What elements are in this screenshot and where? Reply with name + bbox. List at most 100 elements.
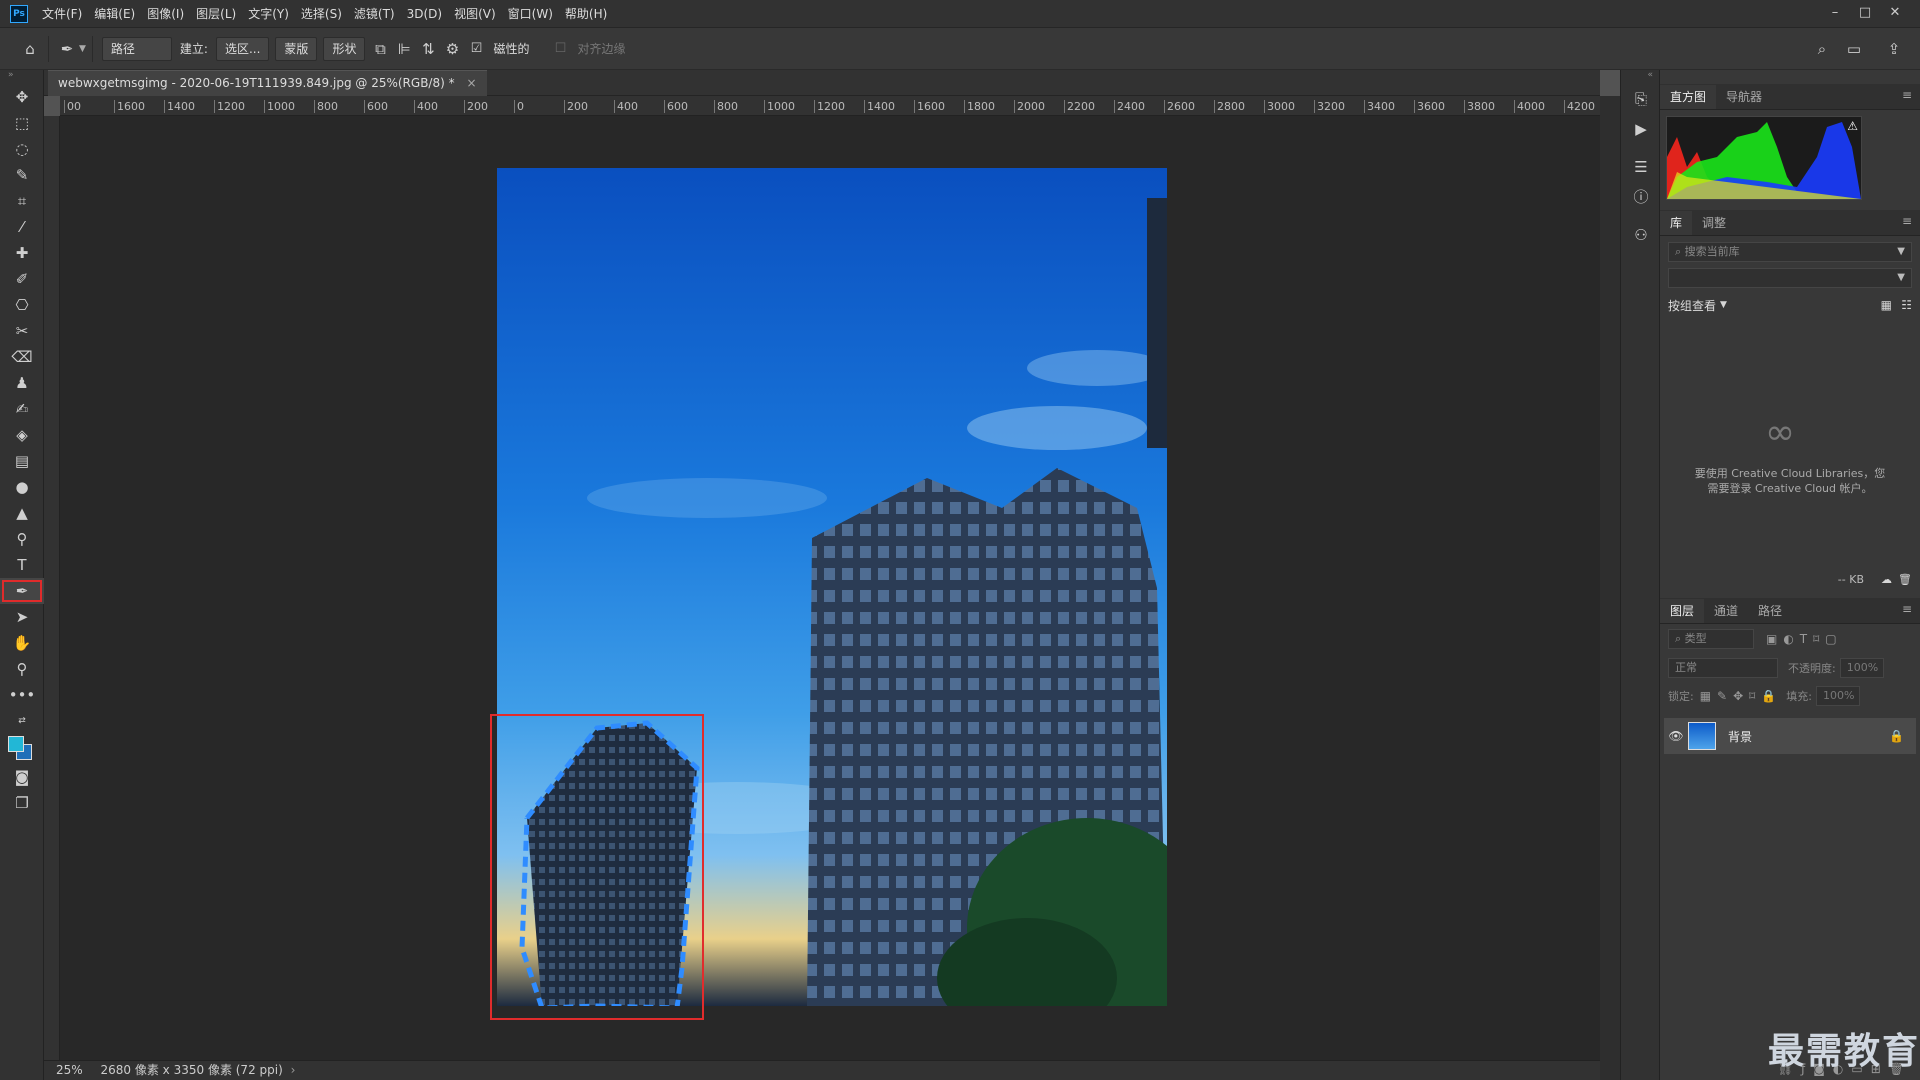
eye-visibility-icon[interactable]: 👁 <box>1664 729 1688 743</box>
dodge-tool-icon[interactable]: ⚲ <box>0 526 44 552</box>
freeform-pen-tool-preset-icon[interactable]: ✒ <box>55 39 79 59</box>
menu-help[interactable]: 帮助(H) <box>559 0 613 28</box>
cloud-icon[interactable]: ☁ <box>1881 573 1892 586</box>
share-icon[interactable]: ⇪ <box>1882 39 1906 59</box>
menu-edit[interactable]: 编辑(E) <box>88 0 141 28</box>
blend-mode-select[interactable]: 正常 <box>1668 658 1778 678</box>
menu-filter[interactable]: 滤镜(T) <box>348 0 401 28</box>
background-eraser-tool-icon[interactable]: ◈ <box>0 422 44 448</box>
quick-selection-tool-icon[interactable]: ✎ <box>0 162 44 188</box>
history-brush-tool-icon[interactable]: ✂ <box>0 318 44 344</box>
group-view-dropdown[interactable]: 按组查看 <box>1668 297 1716 314</box>
path-alignment-icon[interactable]: ⊫ <box>392 39 416 59</box>
hand-tool-icon[interactable]: ✋ <box>0 630 44 656</box>
properties-panel-icon[interactable]: ☰ <box>1621 152 1661 182</box>
library-select[interactable]: ▼ <box>1668 268 1912 288</box>
screen-mode-icon[interactable]: ❐ <box>0 790 44 816</box>
info-icon[interactable]: ⓘ <box>1621 182 1661 212</box>
maximize-icon[interactable]: □ <box>1850 0 1880 28</box>
gear-icon[interactable]: ⚙ <box>440 39 464 59</box>
document-info[interactable]: 2680 像素 x 3350 像素 (72 ppi) <box>101 1063 283 1077</box>
collapse-toolbar-icon[interactable]: » <box>0 70 43 84</box>
mode-select[interactable]: 路径 <box>101 36 172 61</box>
layer-filter-select[interactable]: ⌕ 类型 <box>1668 629 1754 649</box>
lock-icon[interactable]: 🔒 <box>1889 729 1904 743</box>
eraser-tool-icon[interactable]: ⌫ <box>0 344 44 370</box>
path-operations-icon[interactable]: ⧉ <box>368 39 392 59</box>
menu-type[interactable]: 文字(Y) <box>242 0 295 28</box>
history-panel-icon[interactable]: ⎘ <box>1621 84 1661 114</box>
document-tab[interactable]: webwxgetmsgimg - 2020-06-19T111939.849.j… <box>48 70 487 96</box>
color-swatches[interactable] <box>0 734 44 764</box>
collapse-panels-icon[interactable]: « <box>1621 70 1659 84</box>
type-tool-icon[interactable]: T <box>0 552 44 578</box>
opacity-input[interactable]: 100% <box>1839 658 1884 678</box>
fill-input[interactable]: 100% <box>1815 686 1860 706</box>
freeform-pen-tool-icon[interactable]: ✒ <box>0 578 44 604</box>
zoom-tool-icon[interactable]: ⚲ <box>0 656 44 682</box>
sharpen-tool-icon[interactable]: ▲ <box>0 500 44 526</box>
panel-menu-icon[interactable]: ≡ <box>1902 88 1912 102</box>
clone-stamp-tool-icon[interactable]: ⎔ <box>0 292 44 318</box>
menu-layer[interactable]: 图层(L) <box>190 0 242 28</box>
move-tool-icon[interactable]: ✥ <box>0 84 44 110</box>
tab-channels[interactable]: 通道 <box>1704 599 1748 623</box>
tab-paths[interactable]: 路径 <box>1748 599 1792 623</box>
path-arrangement-icon[interactable]: ⇅ <box>416 39 440 59</box>
stamp-tool-icon[interactable]: ♟ <box>0 370 44 396</box>
menu-image[interactable]: 图像(I) <box>141 0 190 28</box>
workspace-icon[interactable]: ▭ <box>1842 39 1866 59</box>
actions-play-icon[interactable]: ▶ <box>1621 114 1661 144</box>
filter-icons[interactable]: ▣◐T⌑▢ <box>1766 632 1843 646</box>
path-selection-tool-icon[interactable]: ➤ <box>0 604 44 630</box>
lock-icons[interactable]: ▦✎✥⌑🔒 <box>1700 689 1783 703</box>
vertical-scrollbar[interactable] <box>1600 96 1620 1080</box>
tab-layers[interactable]: 图层 <box>1660 599 1705 623</box>
chevron-right-icon[interactable]: › <box>291 1063 296 1077</box>
swap-colors-icon[interactable]: ⇄ <box>0 708 44 734</box>
library-search-input[interactable]: ⌕ 搜索当前库 ▼ <box>1668 242 1912 262</box>
foreground-color-swatch[interactable] <box>8 736 24 752</box>
home-icon[interactable]: ⌂ <box>18 39 42 59</box>
art-brush-tool-icon[interactable]: ✍ <box>0 396 44 422</box>
grid-view-icon[interactable]: ▦ <box>1881 298 1892 312</box>
chevron-down-icon[interactable]: ▼ <box>1720 300 1727 310</box>
crop-tool-icon[interactable]: ⌗ <box>0 188 44 214</box>
tab-histogram[interactable]: 直方图 <box>1660 85 1717 109</box>
chevron-down-icon[interactable]: ▼ <box>1897 269 1905 287</box>
menu-file[interactable]: 文件(F) <box>36 0 88 28</box>
marquee-tool-icon[interactable]: ⬚ <box>0 110 44 136</box>
menu-select[interactable]: 选择(S) <box>295 0 348 28</box>
tab-libraries[interactable]: 库 <box>1660 211 1693 235</box>
chevron-down-icon[interactable]: ▼ <box>1897 243 1905 261</box>
menu-view[interactable]: 视图(V) <box>448 0 502 28</box>
quick-mask-icon[interactable]: ◙ <box>0 764 44 790</box>
panel-menu-icon[interactable]: ≡ <box>1902 602 1912 616</box>
tab-navigator[interactable]: 导航器 <box>1716 85 1772 109</box>
list-view-icon[interactable]: ☷ <box>1901 298 1912 312</box>
menu-3d[interactable]: 3D(D) <box>401 0 448 28</box>
brush-tool-icon[interactable]: ✐ <box>0 266 44 292</box>
blur-tool-icon[interactable]: ● <box>0 474 44 500</box>
gradient-tool-icon[interactable]: ▤ <box>0 448 44 474</box>
panel-menu-icon[interactable]: ≡ <box>1902 214 1912 228</box>
trash-icon[interactable]: 🗑 <box>1898 573 1912 586</box>
make-selection-button[interactable]: 选区... <box>215 36 270 61</box>
shape-button[interactable]: 形状 <box>323 36 366 61</box>
align-edges-checkbox[interactable]: ☐ <box>548 39 572 59</box>
close-window-icon[interactable]: ✕ <box>1880 0 1910 28</box>
healing-brush-tool-icon[interactable]: ✚ <box>0 240 44 266</box>
zoom-level[interactable]: 25% <box>56 1063 83 1077</box>
adjustments-panel-icon[interactable]: ⚇ <box>1621 220 1661 250</box>
magnetic-checkbox[interactable]: ☑ <box>464 39 488 59</box>
search-icon[interactable]: ⌕ <box>1810 39 1834 59</box>
tab-adjustments[interactable]: 调整 <box>1692 211 1736 235</box>
warning-icon[interactable]: ⚠ <box>1847 119 1858 133</box>
close-tab-icon[interactable]: × <box>466 76 476 90</box>
minimize-icon[interactable]: – <box>1820 0 1850 28</box>
mask-button[interactable]: 蒙版 <box>275 36 318 61</box>
lasso-tool-icon[interactable]: ◌ <box>0 136 44 162</box>
more-tools-icon[interactable]: ••• <box>0 682 44 708</box>
layer-row-background[interactable]: 👁 背景 🔒 <box>1664 718 1916 754</box>
eyedropper-tool-icon[interactable]: ⁄ <box>0 214 44 240</box>
